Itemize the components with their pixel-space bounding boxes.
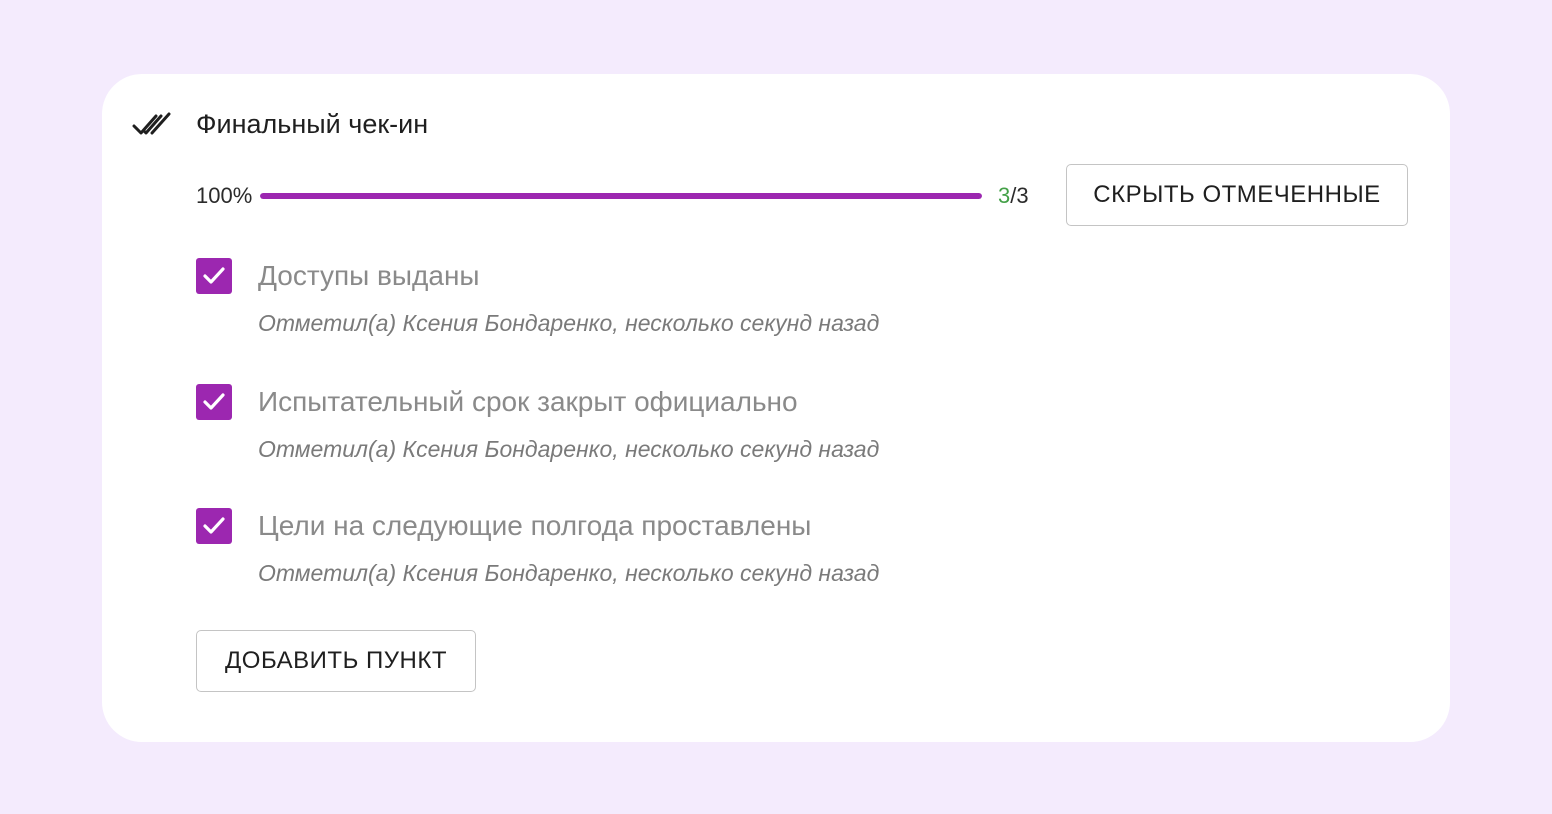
checklist-item-row: Испытательный срок закрыт официально: [196, 384, 1096, 420]
progress-total-count: 3: [1016, 183, 1029, 208]
checklist-item: Доступы выданы Отметил(а) Ксения Бондаре…: [196, 258, 1096, 337]
item-meta: Отметил(а) Ксения Бондаренко, несколько …: [258, 310, 880, 336]
check-icon: [203, 517, 225, 534]
progress-row: 100% 3 / 3: [196, 182, 1034, 210]
progress-bar: [260, 193, 982, 199]
item-label: Доступы выданы: [258, 260, 480, 291]
checklist-item: Цели на следующие полгода проставлены От…: [196, 508, 1096, 587]
hide-checked-button[interactable]: СКРЫТЬ ОТМЕЧЕННЫЕ: [1066, 164, 1408, 226]
checklist-item-row: Цели на следующие полгода проставлены: [196, 508, 1096, 544]
check-icon: [203, 393, 225, 410]
progress-count: 3 / 3: [998, 183, 1029, 209]
item-checkbox[interactable]: [196, 384, 232, 420]
double-check-icon: [132, 104, 172, 144]
check-icon: [203, 267, 225, 284]
checklist-item: Испытательный срок закрыт официально Отм…: [196, 384, 1096, 463]
item-checkbox[interactable]: [196, 508, 232, 544]
item-meta: Отметил(а) Ксения Бондаренко, несколько …: [258, 560, 880, 586]
progress-bar-fill: [260, 193, 982, 199]
checklist-item-row: Доступы выданы: [196, 258, 1096, 294]
add-item-button[interactable]: ДОБАВИТЬ ПУНКТ: [196, 630, 476, 692]
item-label: Испытательный срок закрыт официально: [258, 386, 798, 417]
progress-done-count: 3: [998, 183, 1011, 208]
item-label: Цели на следующие полгода проставлены: [258, 510, 812, 541]
checklist-header: Финальный чек-ин: [132, 104, 428, 144]
progress-percent: 100%: [196, 183, 253, 208]
checklist-title: Финальный чек-ин: [196, 108, 429, 139]
item-meta: Отметил(а) Ксения Бондаренко, несколько …: [258, 436, 880, 462]
checklist-card: Финальный чек-ин 100% 3 / 3 СКРЫТЬ ОТМЕЧ…: [102, 74, 1450, 742]
item-checkbox[interactable]: [196, 258, 232, 294]
